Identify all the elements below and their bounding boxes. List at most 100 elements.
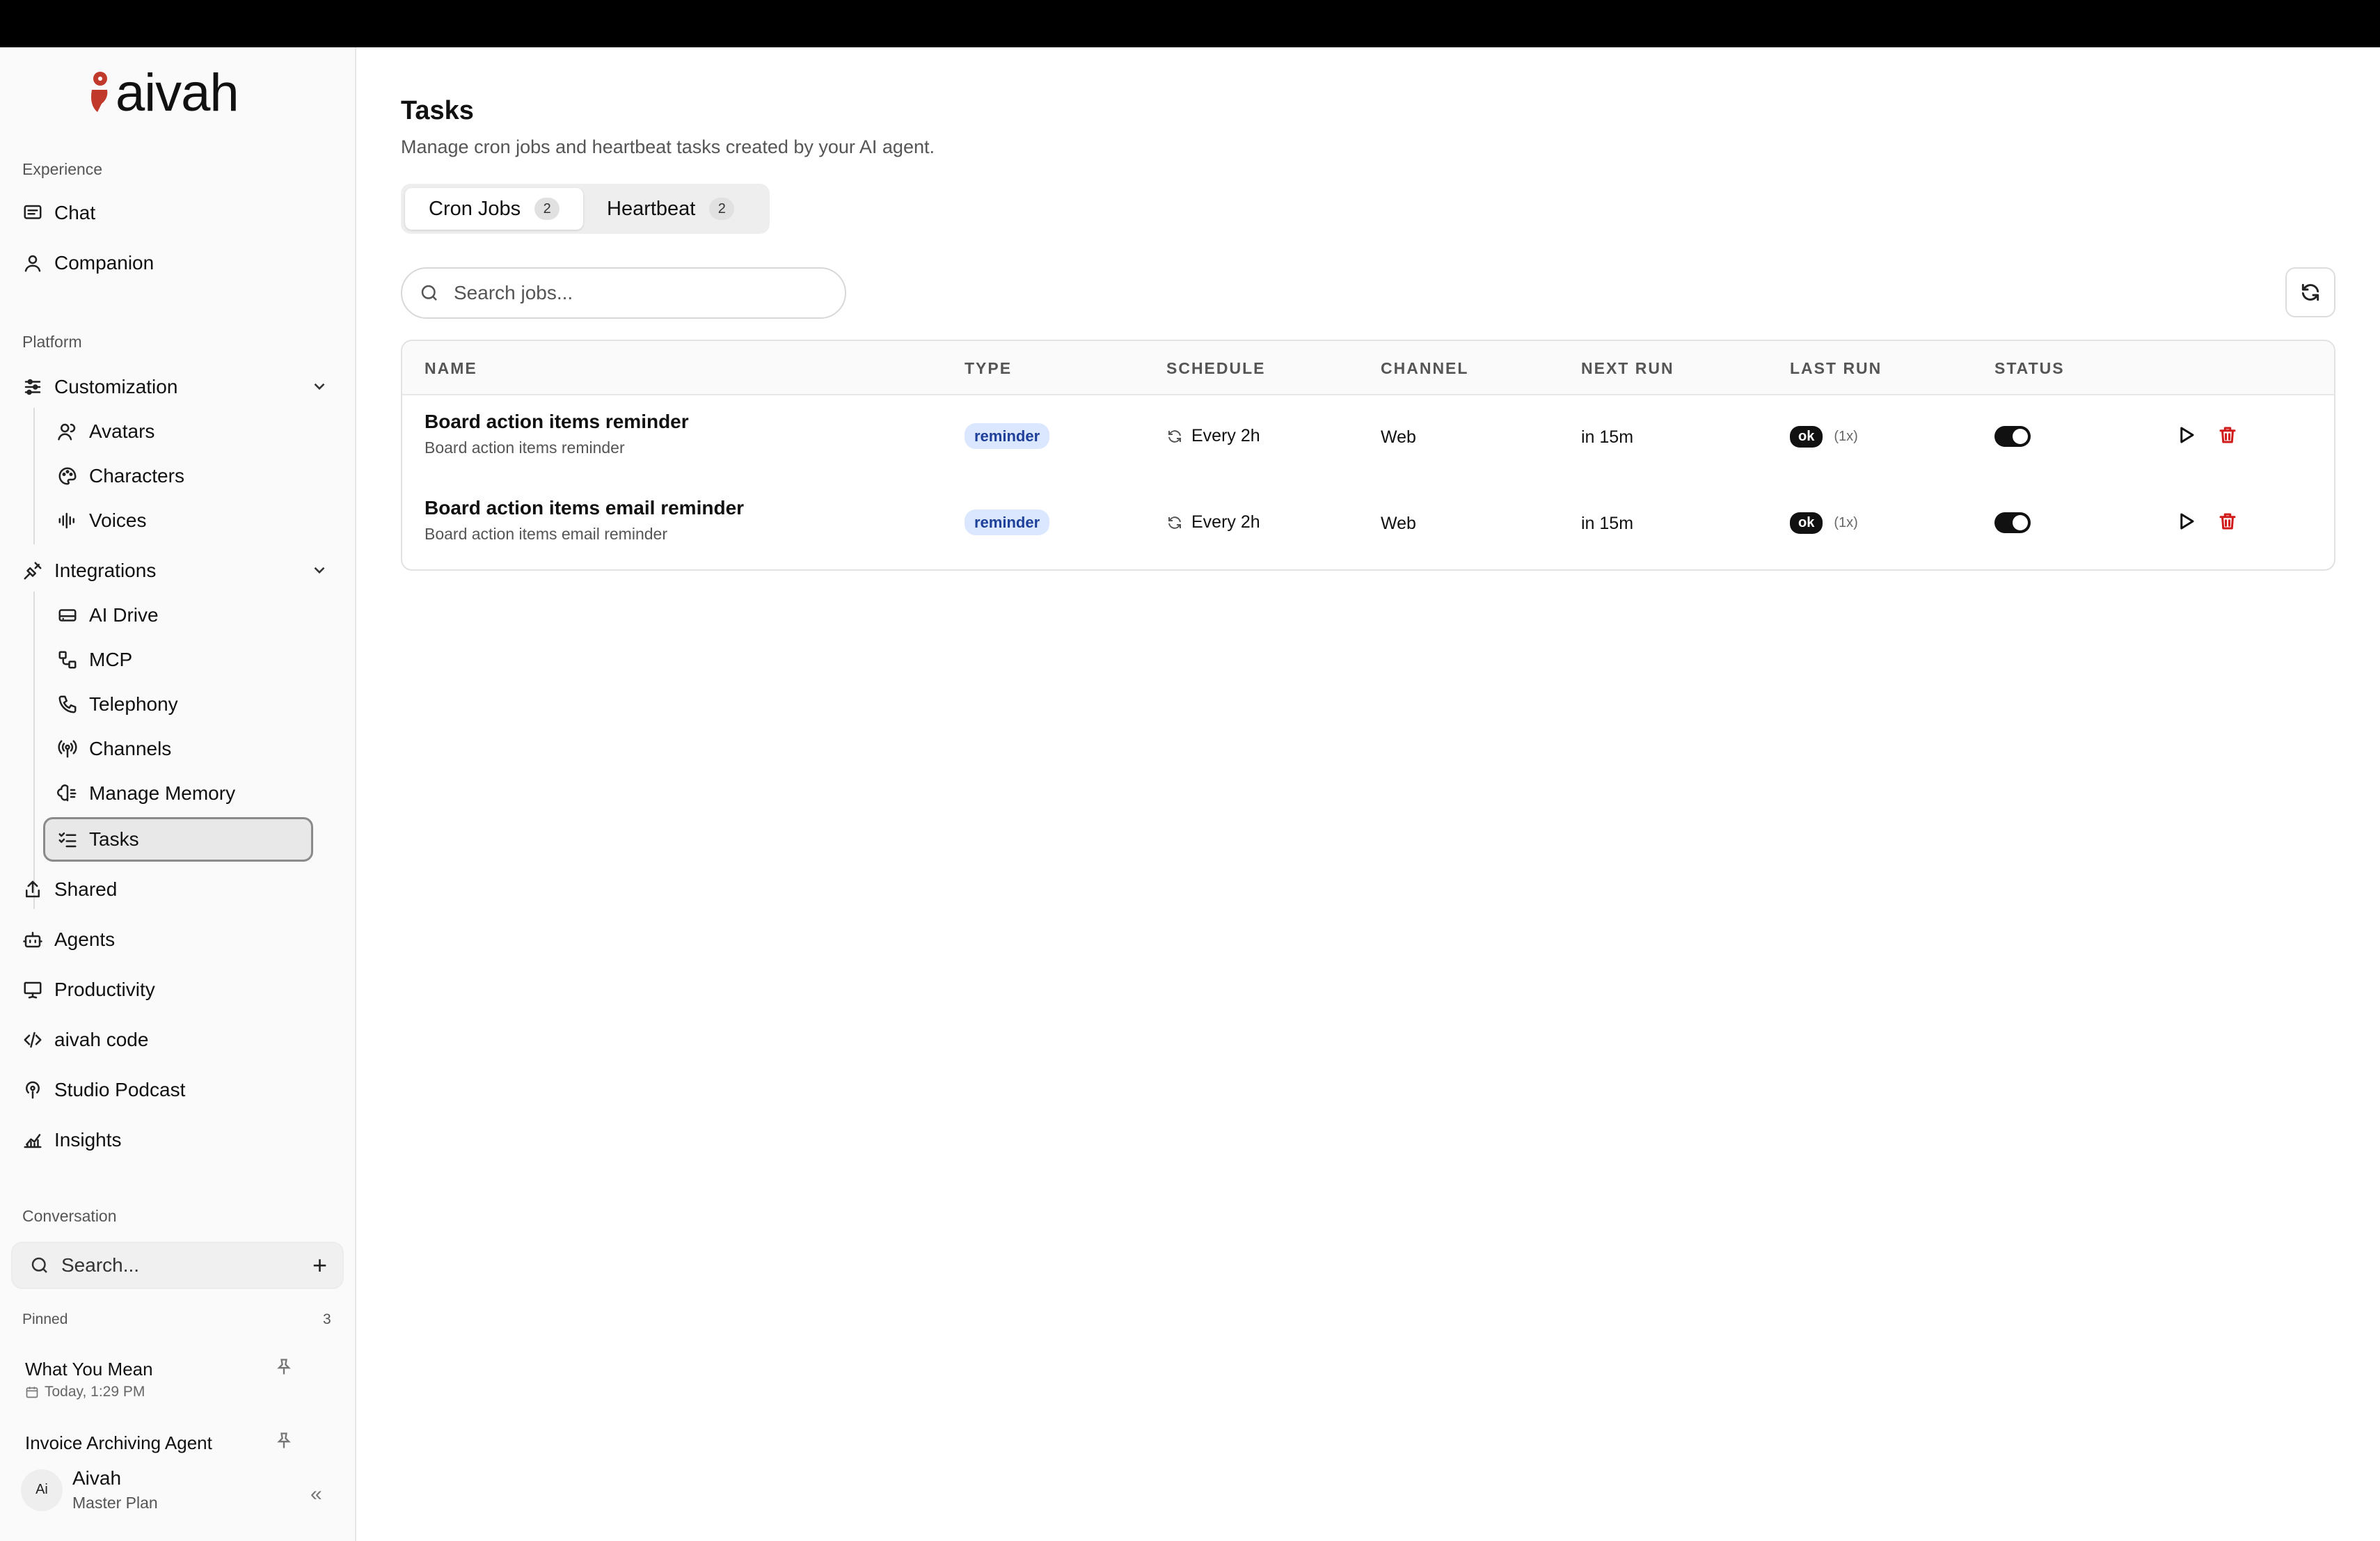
- job-schedule-cell: Every 2h: [1166, 426, 1260, 446]
- nav-customization-label: Customization: [54, 376, 178, 397]
- nav-agents[interactable]: Agents: [21, 919, 115, 961]
- delete-button[interactable]: [2217, 425, 2238, 450]
- workflow-icon: [56, 648, 79, 672]
- presentation-icon: [21, 978, 45, 1002]
- tab-heartbeat-count: 2: [709, 198, 735, 220]
- pinned-item-title[interactable]: What You Mean: [25, 1359, 153, 1380]
- share-icon: [21, 878, 45, 901]
- conversation-search-placeholder: Search...: [61, 1254, 140, 1276]
- nav-studio-podcast[interactable]: Studio Podcast: [21, 1069, 185, 1111]
- chat-icon: [21, 201, 45, 225]
- nav-ai-drive-label: AI Drive: [89, 604, 159, 626]
- nav-companion[interactable]: Companion: [21, 242, 154, 284]
- pinned-item-date: Today, 1:29 PM: [45, 1384, 145, 1400]
- run-now-button[interactable]: [2175, 425, 2196, 450]
- job-type-cell: reminder: [965, 509, 1050, 535]
- avatar: Ai: [21, 1469, 63, 1511]
- conversation-search[interactable]: Search... +: [11, 1242, 344, 1289]
- hard-drive-icon: [56, 603, 79, 627]
- repeat-icon: [1168, 516, 1181, 529]
- job-type-cell: reminder: [965, 423, 1050, 449]
- chevron-down-icon[interactable]: [310, 561, 331, 582]
- col-status[interactable]: STATUS: [1994, 359, 2065, 378]
- search-jobs-input[interactable]: Search jobs...: [401, 267, 846, 319]
- nav-voices[interactable]: Voices: [56, 500, 147, 542]
- col-schedule[interactable]: SCHEDULE: [1166, 359, 1266, 378]
- user-name: Aivah: [72, 1467, 122, 1489]
- nav-aivah-code[interactable]: aivah code: [21, 1019, 148, 1061]
- job-description: Board action items email reminder: [425, 525, 667, 543]
- nav-shared[interactable]: Shared: [21, 869, 117, 910]
- run-now-button[interactable]: [2175, 511, 2196, 537]
- tab-cron-jobs-label: Cron Jobs: [429, 197, 521, 220]
- col-last-run[interactable]: LAST RUN: [1790, 359, 1882, 378]
- job-last-run-cell: ok (1x): [1790, 512, 1858, 534]
- section-platform: Platform: [22, 333, 82, 351]
- new-conversation-icon[interactable]: +: [312, 1253, 327, 1278]
- nav-integrations-label: Integrations: [54, 560, 157, 581]
- tab-heartbeat-label: Heartbeat: [607, 197, 696, 220]
- nav-tasks[interactable]: Tasks: [56, 819, 139, 860]
- plug-icon: [21, 559, 45, 583]
- tab-heartbeat[interactable]: Heartbeat 2: [583, 188, 758, 230]
- nav-telephony[interactable]: Telephony: [56, 683, 178, 725]
- tree-line: [33, 408, 35, 544]
- nav-mcp-label: MCP: [89, 649, 133, 670]
- sliders-icon: [21, 375, 45, 399]
- tab-bar: Cron Jobs 2 Heartbeat 2: [401, 184, 770, 234]
- code-icon: [21, 1028, 45, 1052]
- tab-cron-jobs[interactable]: Cron Jobs 2: [405, 188, 584, 230]
- trash-icon: [2219, 513, 2236, 530]
- refresh-button[interactable]: [2285, 267, 2335, 317]
- radio-tower-icon: [56, 737, 79, 761]
- table-row[interactable]: Board action items email reminder Board …: [402, 482, 2334, 568]
- pin-icon[interactable]: [274, 1431, 295, 1452]
- chevron-down-icon[interactable]: [310, 377, 331, 398]
- nav-productivity[interactable]: Productivity: [21, 969, 155, 1011]
- brand-logo[interactable]: aivah: [88, 65, 239, 121]
- nav-chat[interactable]: Chat: [21, 192, 95, 234]
- nav-manage-memory[interactable]: Manage Memory: [56, 773, 235, 814]
- nav-insights[interactable]: Insights: [21, 1119, 122, 1161]
- section-conversation: Conversation: [22, 1207, 117, 1225]
- nav-companion-label: Companion: [54, 252, 154, 274]
- col-type[interactable]: TYPE: [965, 359, 1012, 378]
- chart-icon: [21, 1128, 45, 1152]
- pinned-item-meta: Today, 1:29 PM: [25, 1384, 145, 1400]
- collapse-sidebar-icon[interactable]: «: [310, 1483, 322, 1506]
- nav-channels[interactable]: Channels: [56, 728, 171, 770]
- nav-characters[interactable]: Characters: [56, 455, 184, 497]
- top-bar: [0, 0, 2380, 47]
- col-name[interactable]: NAME: [425, 359, 477, 378]
- col-channel[interactable]: CHANNEL: [1381, 359, 1468, 378]
- pinned-label: Pinned: [22, 1311, 68, 1327]
- nav-agents-label: Agents: [54, 928, 116, 950]
- page-title: Tasks: [401, 96, 474, 125]
- col-next-run[interactable]: NEXT RUN: [1581, 359, 1674, 378]
- nav-tasks-label: Tasks: [89, 828, 139, 850]
- nav-telephony-label: Telephony: [89, 693, 178, 715]
- nav-mcp[interactable]: MCP: [56, 639, 132, 681]
- search-icon: [31, 1257, 47, 1273]
- nav-studio-podcast-label: Studio Podcast: [54, 1079, 186, 1100]
- calendar-icon: [26, 1386, 38, 1398]
- table-header: NAME TYPE SCHEDULE CHANNEL NEXT RUN LAST…: [402, 341, 2334, 395]
- nav-customization[interactable]: Customization: [21, 366, 177, 408]
- status-toggle[interactable]: [1994, 426, 2031, 447]
- status-toggle[interactable]: [1994, 512, 2031, 533]
- page-subtitle: Manage cron jobs and heartbeat tasks cre…: [401, 136, 935, 157]
- play-icon: [2180, 427, 2194, 443]
- nav-ai-drive[interactable]: AI Drive: [56, 594, 159, 636]
- table-row[interactable]: Board action items reminder Board action…: [402, 395, 2334, 482]
- pinned-item-title[interactable]: Invoice Archiving Agent: [25, 1432, 212, 1454]
- user-plan: Master Plan: [72, 1494, 158, 1512]
- job-name: Board action items reminder: [425, 411, 689, 432]
- nav-integrations[interactable]: Integrations: [21, 550, 156, 592]
- type-badge: reminder: [965, 423, 1050, 449]
- delete-button[interactable]: [2217, 511, 2238, 537]
- palette-icon: [56, 464, 79, 488]
- nav-avatars[interactable]: Avatars: [56, 411, 154, 452]
- job-name: Board action items email reminder: [425, 497, 745, 519]
- user-profile[interactable]: Ai Aivah Master Plan: [21, 1467, 158, 1512]
- pin-icon[interactable]: [274, 1357, 295, 1378]
